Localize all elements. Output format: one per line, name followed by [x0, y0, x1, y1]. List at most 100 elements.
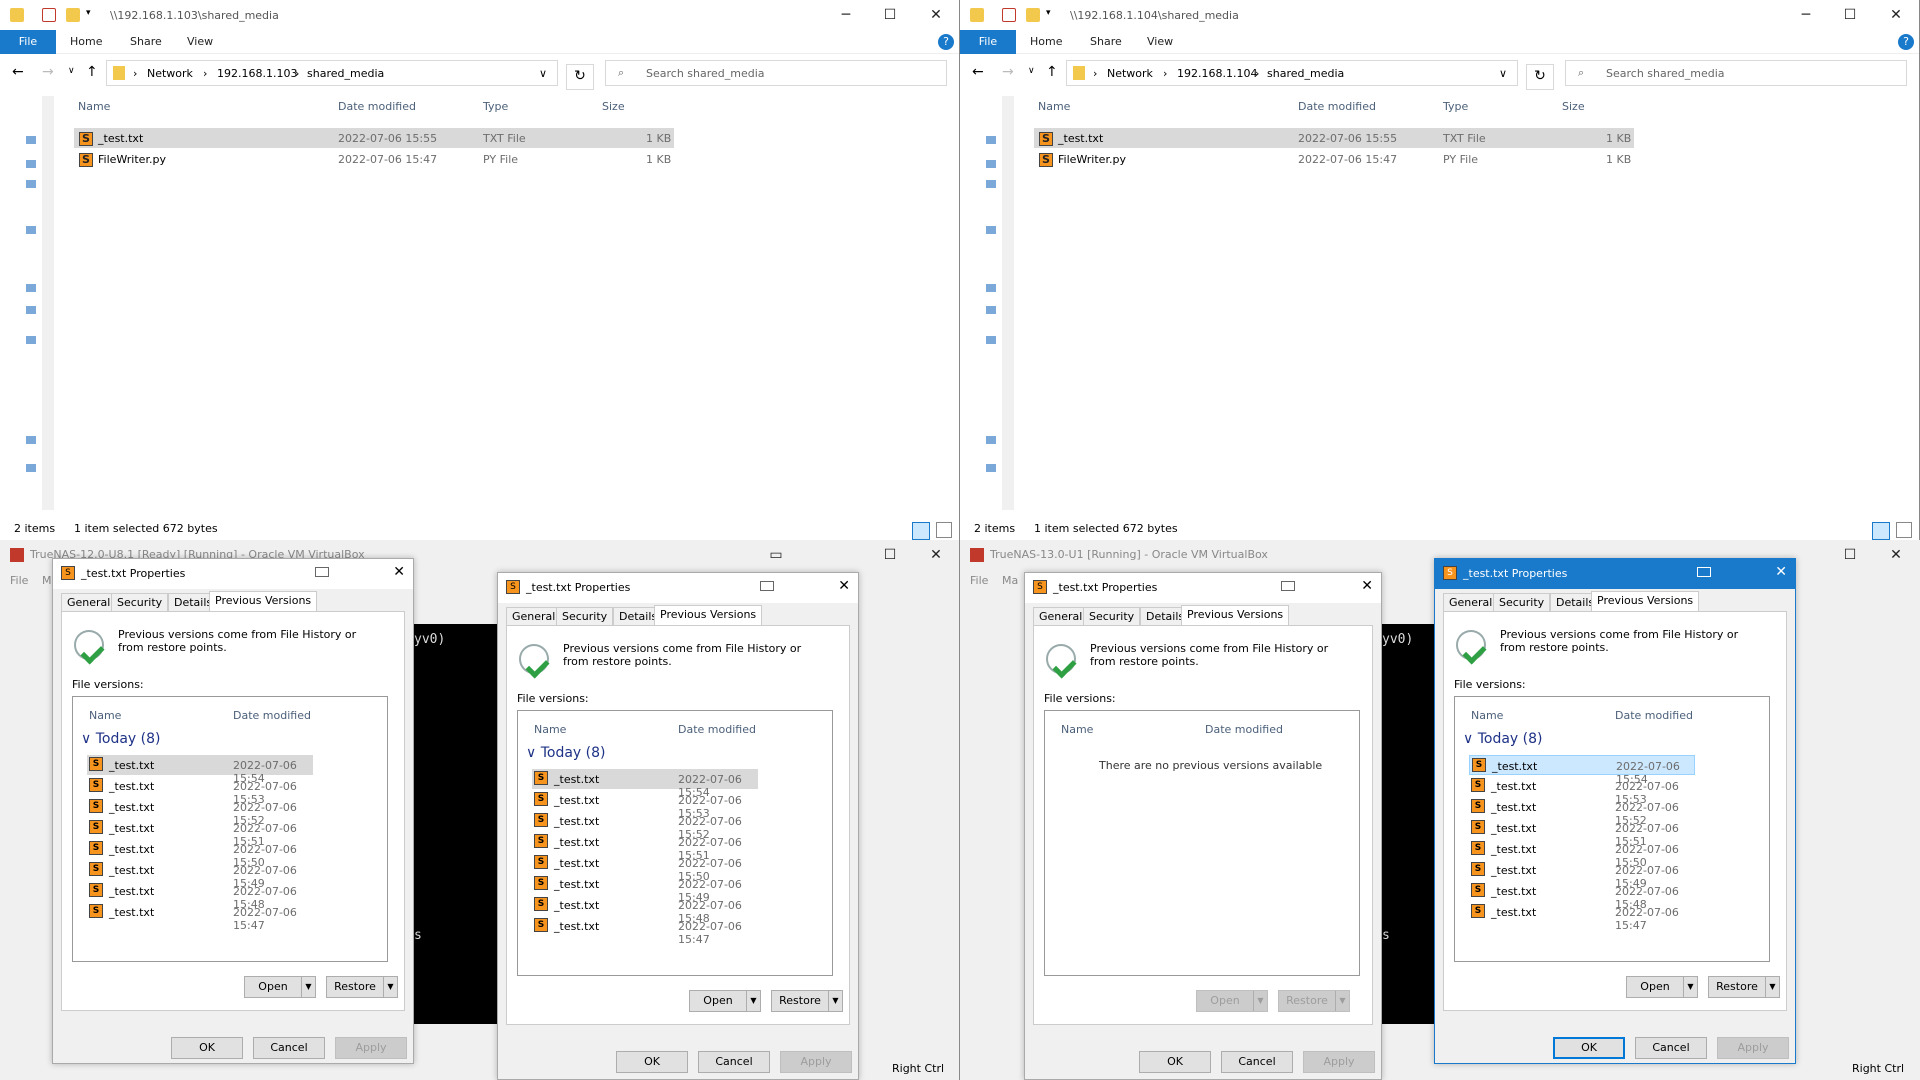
version-row[interactable]: S _test.txt 2022-07-06 15:52: [87, 797, 313, 827]
close-button[interactable]: ✕: [1876, 544, 1916, 566]
tab-view[interactable]: View: [187, 30, 213, 54]
ok-button[interactable]: OK: [616, 1051, 688, 1073]
details-view-icon[interactable]: [912, 522, 930, 540]
search-box[interactable]: ⌕ Search shared_media: [605, 60, 947, 86]
apply-button[interactable]: Apply: [1303, 1051, 1375, 1073]
versions-list[interactable]: Name Date modified ∨ Today (8) S _test.tx…: [517, 710, 833, 976]
tab-share[interactable]: Share: [1090, 30, 1122, 54]
version-row[interactable]: S _test.txt 2022-07-06 15:47: [87, 902, 313, 932]
column-name[interactable]: Name: [1038, 100, 1070, 120]
restore-button[interactable]: Restore ▼: [771, 990, 843, 1012]
close-button[interactable]: ✕: [916, 4, 956, 26]
help-icon[interactable]: ?: [938, 34, 954, 50]
version-row[interactable]: S _test.txt 2022-07-06 15:52: [532, 811, 758, 841]
minimize-button[interactable]: ─: [826, 4, 866, 26]
nav-icon[interactable]: [26, 306, 36, 314]
tab-general[interactable]: General: [506, 607, 562, 625]
column-size[interactable]: Size: [1562, 100, 1585, 120]
file-row[interactable]: S _test.txt 2022-07-06 15:55 TXT File 1 …: [74, 128, 674, 148]
version-row[interactable]: S _test.txt 2022-07-06 15:50: [87, 839, 313, 869]
tab-view[interactable]: View: [1147, 30, 1173, 54]
column-date[interactable]: Date modified: [338, 100, 416, 120]
navigation-pane[interactable]: [0, 96, 56, 516]
close-button[interactable]: ✕: [1876, 4, 1916, 26]
nav-scrollbar[interactable]: [1002, 96, 1014, 510]
forward-arrow-icon[interactable]: →: [1002, 64, 1014, 80]
maximize-button[interactable]: ☐: [870, 544, 910, 566]
ok-button[interactable]: OK: [1553, 1037, 1625, 1059]
nav-icon[interactable]: [26, 464, 36, 472]
nav-icon[interactable]: [26, 284, 36, 292]
tab-security[interactable]: Security: [1083, 607, 1141, 625]
column-date[interactable]: Date modified: [678, 723, 756, 736]
tab-security[interactable]: Security: [1493, 593, 1551, 611]
close-icon[interactable]: ✕: [1361, 578, 1373, 594]
open-button[interactable]: Open ▼: [244, 976, 316, 998]
versions-list[interactable]: Name Date modified There are no previous…: [1044, 710, 1360, 976]
apply-button[interactable]: Apply: [335, 1037, 407, 1059]
restore-icon[interactable]: ▭: [756, 544, 796, 566]
version-row[interactable]: S _test.txt 2022-07-06 15:49: [1469, 860, 1695, 890]
column-name[interactable]: Name: [534, 723, 566, 736]
properties-icon[interactable]: [42, 8, 56, 22]
version-row[interactable]: S _test.txt 2022-07-06 15:50: [1469, 839, 1695, 869]
version-row[interactable]: S _test.txt 2022-07-06 15:48: [532, 895, 758, 925]
version-row[interactable]: S _test.txt 2022-07-06 15:51: [87, 818, 313, 848]
group-header-today[interactable]: ∨ Today (8): [81, 731, 160, 747]
properties-icon[interactable]: [1002, 8, 1016, 22]
column-date[interactable]: Date modified: [1298, 100, 1376, 120]
version-row[interactable]: S _test.txt 2022-07-06 15:48: [87, 881, 313, 911]
version-row[interactable]: S _test.txt 2022-07-06 15:53: [87, 776, 313, 806]
version-row[interactable]: S _test.txt 2022-07-06 15:53: [1469, 776, 1695, 806]
version-row[interactable]: S _test.txt 2022-07-06 15:54: [87, 755, 313, 785]
breadcrumb-folder[interactable]: shared_media: [307, 67, 384, 80]
tab-previous-versions[interactable]: Previous Versions: [209, 591, 318, 611]
restore-button[interactable]: Restore ▼: [326, 976, 398, 998]
apply-button[interactable]: Apply: [1717, 1037, 1789, 1059]
large-icons-view-icon[interactable]: [936, 522, 952, 538]
tab-file[interactable]: File: [960, 30, 1016, 54]
column-type[interactable]: Type: [1443, 100, 1468, 120]
tab-previous-versions[interactable]: Previous Versions: [1181, 605, 1290, 625]
chevron-down-icon[interactable]: ∨: [1499, 67, 1507, 80]
dropdown-arrow-icon[interactable]: ▼: [1683, 977, 1697, 997]
cancel-button[interactable]: Cancel: [1635, 1037, 1707, 1059]
versions-list[interactable]: Name Date modified ∨ Today (8) S _test.tx…: [1454, 696, 1770, 962]
search-box[interactable]: ⌕ Search shared_media: [1565, 60, 1907, 86]
back-arrow-icon[interactable]: ←: [12, 64, 24, 80]
breadcrumb-folder[interactable]: shared_media: [1267, 67, 1344, 80]
nav-icon[interactable]: [986, 306, 996, 314]
tab-home[interactable]: Home: [1030, 30, 1062, 54]
tab-general[interactable]: General: [1033, 607, 1089, 625]
column-type[interactable]: Type: [483, 100, 508, 120]
version-row[interactable]: S _test.txt 2022-07-06 15:49: [532, 874, 758, 904]
tab-security[interactable]: Security: [556, 607, 614, 625]
version-row[interactable]: S _test.txt 2022-07-06 15:47: [1469, 902, 1695, 932]
maximize-button[interactable]: ☐: [1830, 4, 1870, 26]
cast-icon[interactable]: [1281, 581, 1295, 591]
recent-chevron-icon[interactable]: ∨: [1028, 66, 1035, 76]
version-row[interactable]: S _test.txt 2022-07-06 15:50: [532, 853, 758, 883]
dropdown-arrow-icon[interactable]: ▼: [746, 991, 760, 1011]
back-arrow-icon[interactable]: ←: [972, 64, 984, 80]
version-row[interactable]: S _test.txt 2022-07-06 15:51: [532, 832, 758, 862]
tab-home[interactable]: Home: [70, 30, 102, 54]
chevron-down-icon[interactable]: ∨: [539, 67, 547, 80]
navigation-pane[interactable]: [960, 96, 1016, 516]
column-date[interactable]: Date modified: [1615, 709, 1693, 722]
cancel-button[interactable]: Cancel: [253, 1037, 325, 1059]
file-row[interactable]: S FileWriter.py 2022-07-06 15:47 PY File…: [74, 149, 674, 169]
breadcrumb-network[interactable]: Network: [147, 67, 193, 80]
tab-share[interactable]: Share: [130, 30, 162, 54]
version-row[interactable]: S _test.txt 2022-07-06 15:49: [87, 860, 313, 890]
menu-file[interactable]: File: [970, 574, 988, 587]
up-arrow-icon[interactable]: ↑: [1046, 64, 1058, 80]
ok-button[interactable]: OK: [1139, 1051, 1211, 1073]
tab-security[interactable]: Security: [111, 593, 169, 611]
address-bar[interactable]: › Network › 192.168.1.104 › shared_media…: [1066, 60, 1518, 86]
nav-icon[interactable]: [26, 136, 36, 144]
chevron-down-icon[interactable]: ▾: [86, 8, 100, 22]
group-header-today[interactable]: ∨ Today (8): [526, 745, 605, 761]
nav-icon[interactable]: [26, 336, 36, 344]
version-row[interactable]: S _test.txt 2022-07-06 15:48: [1469, 881, 1695, 911]
